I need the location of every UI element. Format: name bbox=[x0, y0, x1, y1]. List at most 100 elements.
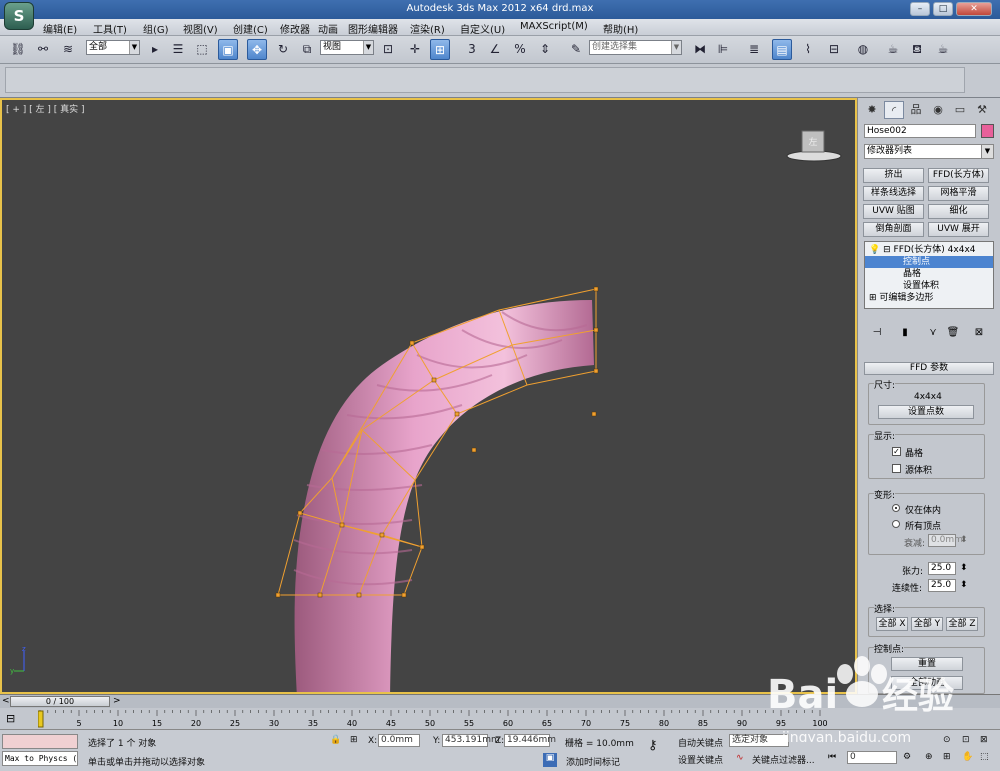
schematic-view-icon[interactable]: ⊟ bbox=[824, 39, 844, 60]
key-filter-icon[interactable]: ∿ bbox=[736, 753, 744, 763]
expand-icon[interactable]: ⊞ bbox=[869, 293, 877, 303]
time-config-icon[interactable]: ⚙ bbox=[903, 752, 911, 762]
ffd-box-button[interactable]: FFD(长方体) bbox=[928, 168, 989, 183]
configure-modifier-sets-icon[interactable]: ⊠ bbox=[970, 326, 988, 340]
manipulate-icon[interactable]: ✛ bbox=[405, 39, 425, 60]
lattice-checkbox[interactable]: ✓ bbox=[892, 447, 901, 456]
current-frame-field[interactable]: 0 bbox=[847, 751, 897, 764]
reference-coord-dropdown[interactable]: 视图 ▼ bbox=[320, 40, 374, 55]
stack-item-lattice[interactable]: 晶格 bbox=[865, 268, 993, 280]
align-icon[interactable]: ⊫ bbox=[713, 39, 733, 60]
pivot-center-icon[interactable]: ⊡ bbox=[378, 39, 398, 60]
tension-spinner[interactable]: 25.0 bbox=[928, 562, 956, 575]
motion-tab-icon[interactable]: ◉ bbox=[928, 101, 948, 119]
menu-rendering[interactable]: 渲染(R) bbox=[410, 21, 445, 36]
continuity-spinner[interactable]: 25.0 bbox=[928, 579, 956, 592]
go-to-start-icon[interactable]: ⏮ bbox=[828, 752, 836, 762]
rect-selection-icon[interactable]: ⬚ bbox=[192, 39, 212, 60]
menu-views[interactable]: 视图(V) bbox=[183, 21, 218, 36]
curve-editor-icon[interactable]: ⌇ bbox=[798, 39, 818, 60]
modifier-list-dropdown[interactable]: 修改器列表 ▼ bbox=[864, 144, 994, 159]
mirror-icon[interactable]: ⧓ bbox=[690, 39, 710, 60]
select-move-icon[interactable]: ✥ bbox=[247, 39, 267, 60]
snaps-toggle-icon[interactable]: 3 bbox=[462, 39, 482, 60]
show-end-result-icon[interactable]: ▮ bbox=[896, 326, 914, 340]
set-key-button[interactable]: 设置关键点 bbox=[678, 753, 723, 766]
meshsmooth-button[interactable]: 网格平滑 bbox=[928, 186, 989, 201]
unlink-icon[interactable]: ⚯ bbox=[33, 39, 53, 60]
modify-tab-icon[interactable]: ◜ bbox=[884, 101, 904, 119]
stack-item-set-volume[interactable]: 设置体积 bbox=[865, 280, 993, 292]
spinner-snap-icon[interactable]: ⇕ bbox=[535, 39, 555, 60]
selection-filter-dropdown[interactable]: 全部 ▼ bbox=[86, 40, 140, 55]
spinner-arrows-icon[interactable]: ⬍ bbox=[960, 535, 968, 545]
frame-ruler[interactable]: 0510152025303540455055606570758085909510… bbox=[38, 710, 828, 728]
extrude-button[interactable]: 挤出 bbox=[863, 168, 924, 183]
hierarchy-tab-icon[interactable]: 品 bbox=[906, 101, 926, 119]
falloff-spinner[interactable]: 0.0mm bbox=[928, 534, 963, 547]
add-time-tag[interactable]: 添加时间标记 bbox=[566, 755, 620, 768]
stack-item-control-points[interactable]: 控制点 bbox=[865, 256, 993, 268]
render-setup-icon[interactable]: ☕ bbox=[883, 39, 903, 60]
window-crossing-icon[interactable]: ▣ bbox=[218, 39, 238, 60]
spinner-arrows-icon[interactable]: ⬍ bbox=[960, 580, 968, 590]
track-bar-toggle-icon[interactable]: ⊟ bbox=[6, 712, 15, 725]
maximize-viewport-icon[interactable]: ⬚ bbox=[980, 752, 989, 762]
lock-icon[interactable]: 🔒 bbox=[330, 735, 341, 745]
menu-animation[interactable]: 动画 bbox=[318, 21, 338, 36]
hose-object[interactable] bbox=[294, 300, 594, 694]
render-production-icon[interactable]: ☕ bbox=[933, 39, 953, 60]
material-editor-icon[interactable]: ◍ bbox=[853, 39, 873, 60]
percent-snap-icon[interactable]: % bbox=[510, 39, 530, 60]
maxscript-listener-input[interactable]: Max to Physcs ( bbox=[2, 751, 78, 766]
app-logo-icon[interactable]: S bbox=[4, 2, 34, 30]
object-color-swatch[interactable] bbox=[981, 124, 994, 138]
source-volume-checkbox[interactable] bbox=[892, 464, 901, 473]
z-coord-field[interactable]: 19.446mm bbox=[504, 734, 556, 747]
only-in-volume-radio[interactable] bbox=[892, 504, 900, 512]
select-rotate-icon[interactable]: ↻ bbox=[273, 39, 293, 60]
keyboard-shortcut-override-icon[interactable]: ⊞ bbox=[430, 39, 450, 60]
select-scale-icon[interactable]: ⧉ bbox=[297, 39, 317, 60]
zoom-extents-icon[interactable]: ⊕ bbox=[925, 752, 933, 762]
pan-view-icon[interactable]: ✋ bbox=[962, 752, 973, 762]
select-object-icon[interactable]: ▸ bbox=[145, 39, 165, 60]
maximize-button[interactable]: □ bbox=[933, 2, 953, 16]
spinner-arrows-icon[interactable]: ⬍ bbox=[960, 563, 968, 573]
maxscript-mini-listener[interactable] bbox=[2, 734, 78, 749]
make-unique-icon[interactable]: ⋎ bbox=[924, 326, 942, 340]
lightbulb-icon[interactable]: 💡 bbox=[869, 245, 880, 255]
menu-modifiers[interactable]: 修改器 bbox=[280, 21, 310, 36]
all-x-button[interactable]: 全部 X bbox=[876, 617, 908, 631]
unwrap-uvw-button[interactable]: UVW 展开 bbox=[928, 222, 989, 237]
remove-modifier-icon[interactable]: 🗑 bbox=[944, 326, 962, 340]
utilities-tab-icon[interactable]: ⚒ bbox=[972, 101, 992, 119]
all-y-button[interactable]: 全部 Y bbox=[911, 617, 943, 631]
minimize-button[interactable]: – bbox=[910, 2, 930, 16]
time-tag-icon[interactable]: ▣ bbox=[543, 753, 557, 767]
menu-customize[interactable]: 自定义(U) bbox=[460, 21, 505, 36]
rendered-frame-window-icon[interactable]: ⛾ bbox=[907, 39, 927, 60]
stack-item-editable-poly[interactable]: ⊞ 可编辑多边形 bbox=[865, 292, 993, 304]
close-button[interactable]: ✕ bbox=[956, 2, 992, 16]
create-tab-icon[interactable]: ✸ bbox=[862, 101, 882, 119]
ffd-params-rollout[interactable]: FFD 参数 bbox=[864, 362, 994, 375]
menu-edit[interactable]: 编辑(E) bbox=[43, 21, 77, 36]
key-icon[interactable]: ⚷ bbox=[648, 738, 658, 753]
menu-tools[interactable]: 工具(T) bbox=[93, 21, 127, 36]
select-by-name-icon[interactable]: ☰ bbox=[168, 39, 188, 60]
layer-manager-icon[interactable]: ≣ bbox=[744, 39, 764, 60]
menu-group[interactable]: 组(G) bbox=[143, 21, 169, 36]
viewport-left[interactable]: [ + ] [ 左 ] [ 真实 ] 左 z y bbox=[0, 98, 857, 694]
menu-maxscript[interactable]: MAXScript(M) bbox=[520, 21, 588, 32]
bind-space-warp-icon[interactable]: ≋ bbox=[58, 39, 78, 60]
menu-create[interactable]: 创建(C) bbox=[233, 21, 268, 36]
ribbon-toggle-icon[interactable]: ▤ bbox=[772, 39, 792, 60]
time-prev-arrow[interactable]: < bbox=[2, 696, 10, 706]
angle-snap-icon[interactable]: ∠ bbox=[485, 39, 505, 60]
edit-named-selections-icon[interactable]: ✎ bbox=[566, 39, 586, 60]
absolute-mode-icon[interactable]: ⊞ bbox=[350, 735, 358, 745]
link-icon[interactable]: ⛓ bbox=[8, 39, 28, 60]
spline-select-button[interactable]: 样条线选择 bbox=[863, 186, 924, 201]
x-coord-field[interactable]: 0.0mm bbox=[378, 734, 420, 747]
